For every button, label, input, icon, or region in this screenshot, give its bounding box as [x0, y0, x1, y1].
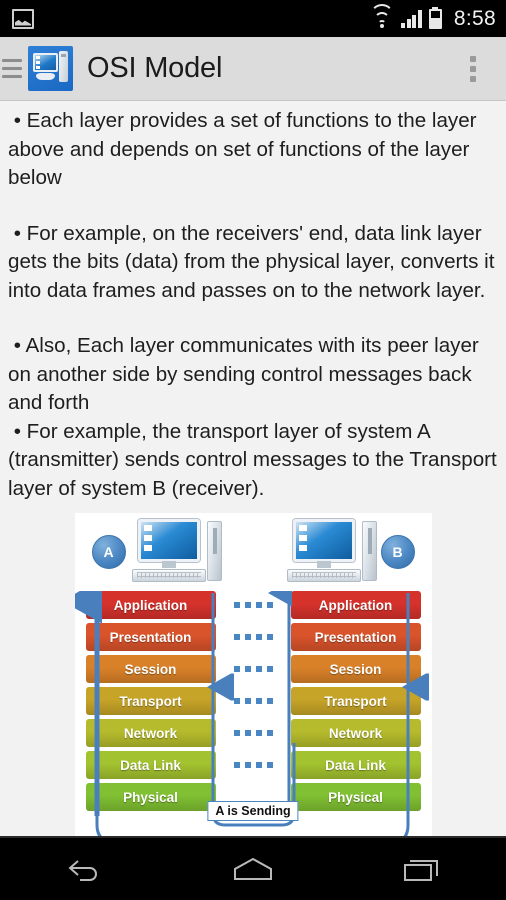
lesson-content[interactable]: • Each layer provides a set of functions…	[0, 101, 506, 836]
overflow-menu-icon[interactable]	[462, 50, 484, 88]
osi-model-diagram: A B Application Presentation Session Transp…	[74, 513, 432, 836]
battery-icon	[428, 8, 442, 29]
android-nav-bar	[0, 836, 506, 900]
back-button[interactable]	[47, 847, 121, 891]
peer-link-network	[230, 719, 276, 747]
peer-link-data-link	[230, 751, 276, 779]
layer-network-a: Network	[85, 719, 216, 747]
host-a-computer-icon	[130, 519, 222, 585]
layer-network-b: Network	[290, 719, 421, 747]
diagram-hosts: A B	[75, 513, 432, 591]
layer-application-a: Application	[85, 591, 216, 619]
paragraph-2: • For example, on the receivers' end, da…	[8, 221, 501, 302]
host-a-badge: A	[91, 535, 126, 569]
computer-app-icon[interactable]	[28, 46, 73, 91]
host-b-badge: B	[380, 535, 415, 569]
layer-stack-a: Application Presentation Session Transport N…	[85, 591, 216, 815]
layer-stack-b: Application Presentation Session Transport N…	[290, 591, 421, 815]
status-bar-system-icons: 8:58	[370, 3, 496, 31]
status-bar-clock: 8:58	[453, 6, 496, 30]
layer-physical-b: Physical	[290, 783, 421, 811]
peer-link-presentation	[230, 623, 276, 651]
diagram-layer-stacks: Application Presentation Session Transport N…	[74, 591, 432, 821]
screenshot-icon	[12, 8, 34, 29]
peer-link-transport	[230, 687, 276, 715]
layer-transport-b: Transport	[290, 687, 421, 715]
layer-transport-a: Transport	[85, 687, 216, 715]
page-title: OSI Model	[87, 52, 223, 84]
paragraph-3: • Also, Each layer communicates with its…	[8, 334, 485, 414]
recent-apps-button[interactable]	[385, 847, 459, 891]
app-bar: OSI Model	[0, 37, 506, 101]
wifi-icon	[370, 3, 395, 28]
paragraph-4: • For example, the transport layer of sy…	[8, 419, 503, 500]
home-button[interactable]	[216, 847, 290, 891]
phone-screen: 8:58 OSI Model • Each layer provides a s…	[0, 0, 506, 900]
layer-data-link-b: Data Link	[290, 751, 421, 779]
paragraph-1: • Each layer provides a set of functions…	[8, 109, 483, 189]
peer-link-application	[230, 591, 276, 619]
label-a-is-sending: A is Sending	[207, 801, 299, 821]
layer-session-a: Session	[85, 655, 216, 683]
status-bar-notifications	[12, 8, 370, 29]
drawer-indicator-icon[interactable]	[2, 59, 24, 78]
layer-data-link-a: Data Link	[85, 751, 216, 779]
layer-application-b: Application	[290, 591, 421, 619]
status-bar: 8:58	[0, 0, 506, 37]
peer-link-session	[230, 655, 276, 683]
layer-physical-a: Physical	[85, 783, 216, 811]
layer-presentation-a: Presentation	[85, 623, 216, 651]
layer-presentation-b: Presentation	[290, 623, 421, 651]
dotted-peer-link	[230, 591, 276, 815]
cellular-signal-icon	[401, 9, 422, 28]
layer-session-b: Session	[290, 655, 421, 683]
host-b-computer-icon	[285, 519, 377, 585]
